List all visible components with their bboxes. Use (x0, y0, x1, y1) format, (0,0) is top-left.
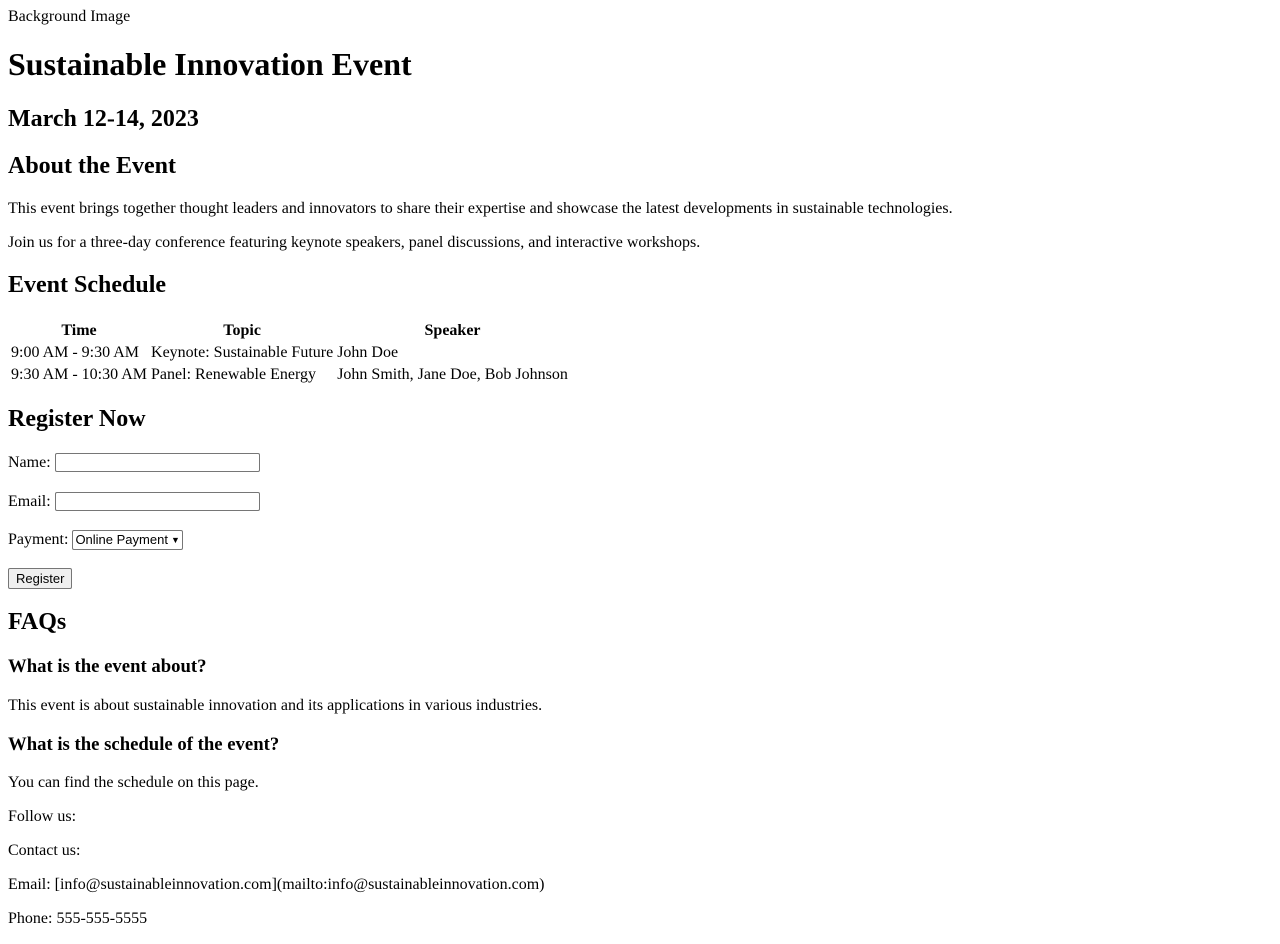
faq-answer: This event is about sustainable innovati… (8, 697, 543, 714)
contact-us-text: Contact us: (8, 842, 81, 859)
payment-row: Payment: Online Payment ▼ (8, 530, 183, 550)
name-row: Name: (8, 453, 260, 472)
email-row: Email: (8, 492, 260, 511)
cell-time: 9:00 AM - 9:30 AM (11, 344, 140, 361)
follow-us-text: Follow us: (8, 808, 77, 825)
email-label: Email: (8, 492, 51, 510)
cell-topic: Keynote: Sustainable Future (151, 344, 334, 361)
background-image: Background Image (8, 7, 130, 27)
about-heading: About the Event (8, 153, 177, 179)
table-row: 9:00 AM - 9:30 AM Keynote: Sustainable F… (10, 343, 569, 363)
payment-selected-value: Online Payment (75, 532, 168, 547)
faqs-heading: FAQs (8, 609, 67, 635)
cell-speaker: John Smith, Jane Doe, Bob Johnson (337, 366, 568, 383)
event-date: March 12-14, 2023 (8, 106, 199, 132)
schedule-table: Time Topic Speaker 9:00 AM - 9:30 AM Key… (8, 319, 571, 387)
contact-phone: Phone: 555-555-5555 (8, 910, 148, 927)
table-row: 9:30 AM - 10:30 AM Panel: Renewable Ener… (10, 365, 569, 385)
chevron-down-icon: ▼ (170, 535, 180, 545)
about-paragraph: Join us for a three-day conference featu… (8, 234, 701, 251)
payment-select[interactable]: Online Payment ▼ (72, 530, 183, 550)
background-image-alt: Background Image (8, 8, 131, 25)
email-input[interactable] (54, 492, 260, 511)
schedule-heading: Event Schedule (8, 272, 167, 298)
cell-time: 9:30 AM - 10:30 AM (11, 366, 148, 383)
cell-topic: Panel: Renewable Energy (151, 366, 316, 383)
column-header-speaker: Speaker (424, 322, 481, 339)
faq-answer: You can find the schedule on this page. (8, 774, 259, 791)
about-paragraph: This event brings together thought leade… (8, 200, 953, 217)
name-input[interactable] (54, 453, 260, 472)
cell-speaker: John Doe (337, 344, 399, 361)
column-header-topic: Topic (223, 322, 261, 339)
table-header-row: Time Topic Speaker (10, 321, 569, 341)
column-header-time: Time (61, 322, 97, 339)
register-button[interactable]: Register (8, 568, 73, 589)
payment-label: Payment: (8, 531, 69, 548)
contact-email: Email: [info@sustainableinnovation.com](… (8, 876, 545, 893)
faq-question: What is the schedule of the event? (8, 734, 280, 755)
page-title: Sustainable Innovation Event (8, 46, 412, 82)
name-label: Name: (8, 453, 51, 471)
faq-question: What is the event about? (8, 656, 207, 677)
register-heading: Register Now (8, 406, 146, 432)
